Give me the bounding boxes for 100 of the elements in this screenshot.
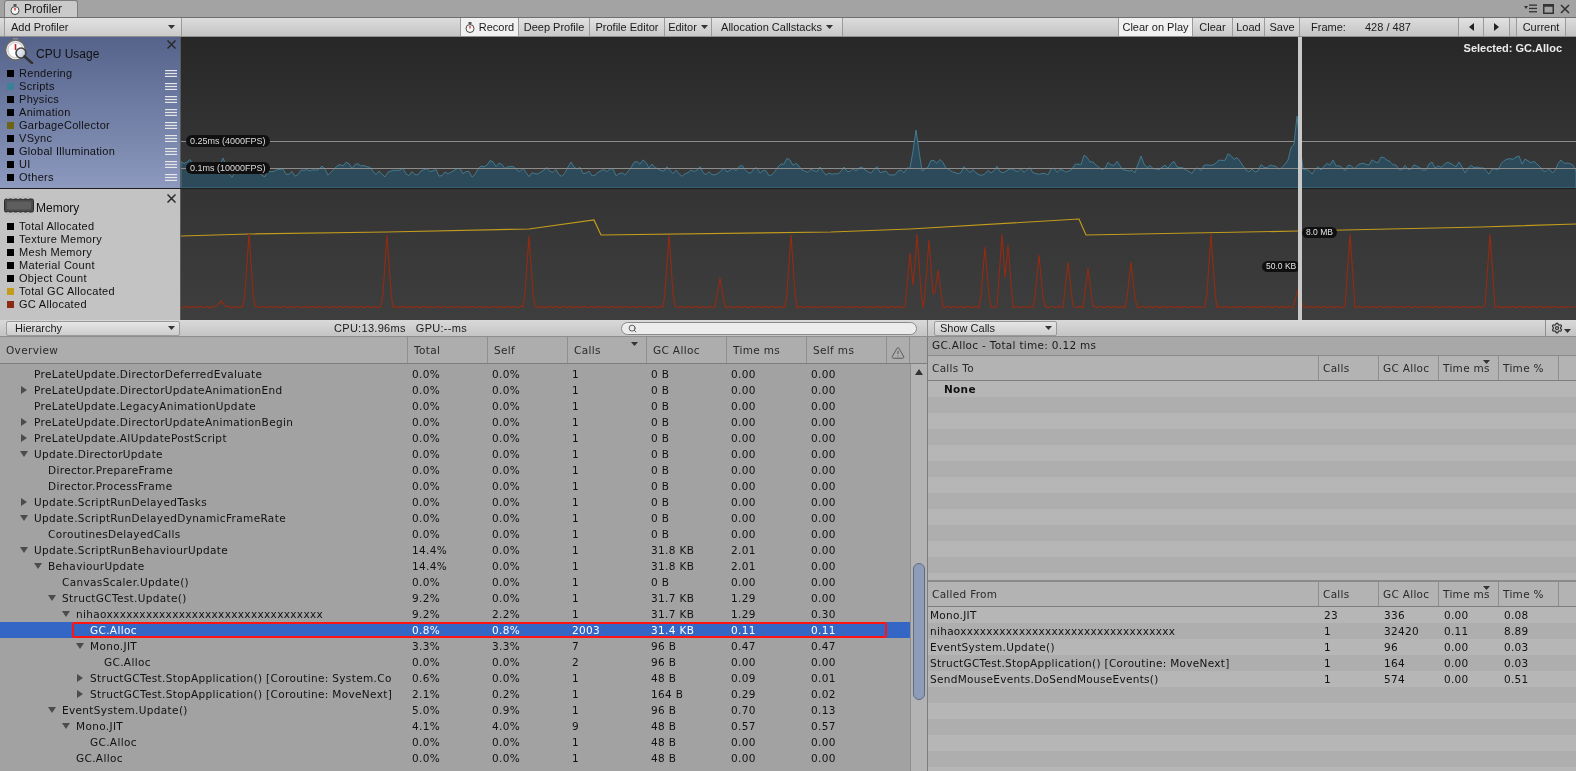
drag-handle-icon[interactable]	[165, 70, 177, 77]
column-header[interactable]: GC Alloc	[646, 337, 726, 363]
column-header[interactable]: Calls	[1318, 356, 1378, 380]
drag-handle-icon[interactable]	[165, 122, 177, 129]
series-label[interactable]: Others	[19, 171, 54, 184]
drag-handle-icon[interactable]	[165, 174, 177, 181]
tree-row[interactable]: Update.DirectorUpdate 0.0% 0.0% 1 0 B 0.00 0.00	[0, 446, 910, 462]
tree-row[interactable]: CanvasScaler.Update() 0.0% 0.0% 1 0 B 0.00 0.00	[0, 574, 910, 590]
column-header[interactable]: Time %	[1498, 582, 1558, 606]
module-panel[interactable]: CPU Usage Rendering Scripts Physics Animation GarbageCollector VSync Global Illumination UI Others	[0, 37, 181, 188]
tree-row[interactable]: nihaoxxxxxxxxxxxxxxxxxxxxxxxxxxxxxxxxx 9.2% 2.2% 1 31.7 KB 1.29 0.30	[0, 606, 910, 622]
drag-handle-icon[interactable]	[165, 161, 177, 168]
caret-right-icon[interactable]	[76, 690, 84, 698]
caret-down-icon[interactable]	[48, 706, 56, 714]
series-label[interactable]: Rendering	[19, 67, 73, 80]
tree-row[interactable]: PreLateUpdate.DirectorUpdateAnimationBegin 0.0% 0.0% 1 0 B 0.00 0.00	[0, 414, 910, 430]
caret-down-icon[interactable]	[20, 514, 28, 522]
caret-down-icon[interactable]	[20, 546, 28, 554]
tree-row[interactable]: StructGCTest.StopApplication() [Coroutine: System.Co 0.6% 0.0% 1 48 B 0.09 0.01	[0, 670, 910, 686]
scroll-up-icon[interactable]	[915, 369, 923, 375]
series-label[interactable]: Physics	[19, 93, 59, 106]
close-icon[interactable]	[1560, 3, 1570, 14]
series-label[interactable]: Texture Memory	[19, 233, 103, 246]
close-icon[interactable]	[167, 194, 176, 203]
drag-handle-icon[interactable]	[165, 96, 177, 103]
drag-handle-icon[interactable]	[165, 135, 177, 142]
column-header[interactable]: Calls	[567, 337, 646, 363]
tree-row[interactable]: Mono.JIT 3.3% 3.3% 7 96 B 0.47 0.47	[0, 638, 910, 654]
column-header[interactable]: GC Alloc	[1378, 356, 1438, 380]
current-frame-button[interactable]: Current	[1516, 18, 1566, 36]
dropdown-button[interactable]: Editor	[665, 18, 712, 36]
toolbar-button[interactable]: Clear	[1193, 18, 1233, 36]
caret-down-icon[interactable]	[20, 450, 28, 458]
column-header[interactable]: Time %	[1498, 356, 1558, 380]
toggle-button[interactable]: Clear on Play	[1118, 18, 1193, 36]
column-header[interactable]: Self	[487, 337, 567, 363]
toggle-button[interactable]: Deep Profile	[519, 18, 590, 36]
series-label[interactable]: Scripts	[19, 80, 55, 93]
column-header[interactable]: Time ms	[1438, 356, 1498, 380]
column-header[interactable]: GC Alloc	[1378, 582, 1438, 606]
series-label[interactable]: Mesh Memory	[19, 246, 92, 259]
series-label[interactable]: Total Allocated	[19, 220, 95, 233]
tree-row[interactable]: PreLateUpdate.DirectorUpdateAnimationEnd 0.0% 0.0% 1 0 B 0.00 0.00	[0, 382, 910, 398]
tree-row[interactable]: Update.ScriptRunDelayedTasks 0.0% 0.0% 1 0 B 0.00 0.00	[0, 494, 910, 510]
caret-down-icon[interactable]	[62, 610, 70, 618]
maximize-icon[interactable]	[1543, 3, 1554, 14]
tree-row[interactable]: Director.PrepareFrame 0.0% 0.0% 1 0 B 0.00 0.00	[0, 462, 910, 478]
caret-down-icon[interactable]	[48, 594, 56, 602]
toggle-button[interactable]: Profile Editor	[590, 18, 665, 36]
series-label[interactable]: Global Illumination	[19, 145, 116, 158]
toolbar-button[interactable]: Load	[1233, 18, 1265, 36]
column-header[interactable]: Calls	[1318, 582, 1378, 606]
column-header[interactable]: Total	[407, 337, 487, 363]
caret-right-icon[interactable]	[76, 674, 84, 682]
drag-handle-icon[interactable]	[165, 109, 177, 116]
series-label[interactable]: GC Allocated	[19, 298, 87, 311]
column-header[interactable]: Called From	[928, 582, 1318, 606]
previous-frame-button[interactable]	[1458, 18, 1484, 36]
chart-panel[interactable]: 8.0 MB 50.0 KB	[181, 189, 1576, 320]
calls-view-dropdown[interactable]: Show Calls	[934, 320, 1057, 336]
caret-right-icon[interactable]	[20, 498, 28, 506]
tree-row[interactable]: Update.ScriptRunBehaviourUpdate 14.4% 0.0% 1 31.8 KB 2.01 0.00	[0, 542, 910, 558]
tree-row[interactable]: EventSystem.Update() 5.0% 0.9% 1 96 B 0.70 0.13	[0, 702, 910, 718]
tree-row[interactable]: StructGCTest.Update() 9.2% 0.0% 1 31.7 KB 1.29 0.00	[0, 590, 910, 606]
series-label[interactable]: Animation	[19, 106, 71, 119]
record-button[interactable]: Record	[460, 18, 519, 36]
tree-row[interactable]: GC.Alloc 0.0% 0.0% 2 96 B 0.00 0.00	[0, 654, 910, 670]
tree-row[interactable]: GC.Alloc 0.0% 0.0% 1 48 B 0.00 0.00	[0, 734, 910, 750]
column-header[interactable]: Overview	[0, 337, 407, 363]
tree-row[interactable]: Mono.JIT 4.1% 4.0% 9 48 B 0.57 0.57	[0, 718, 910, 734]
search-field[interactable]	[621, 321, 917, 335]
next-frame-button[interactable]	[1484, 18, 1510, 36]
caret-down-icon[interactable]	[62, 722, 70, 730]
caret-right-icon[interactable]	[20, 434, 28, 442]
tree-row[interactable]: StructGCTest.StopApplication() [Coroutine: MoveNext] 2.1% 0.2% 1 164 B 0.29 0.02	[0, 686, 910, 702]
drag-handle-icon[interactable]	[165, 148, 177, 155]
view-dropdown[interactable]: Hierarchy	[6, 320, 180, 336]
series-label[interactable]: UI	[19, 158, 31, 171]
column-header[interactable]: Time ms	[726, 337, 806, 363]
series-label[interactable]: Material Count	[19, 259, 95, 272]
tree-row[interactable]: GC.Alloc 0.0% 0.0% 1 48 B 0.00 0.00	[0, 750, 910, 766]
series-label[interactable]: Total GC Allocated	[19, 285, 115, 298]
tree-row[interactable]: PreLateUpdate.LegacyAnimationUpdate 0.0% 0.0% 1 0 B 0.00 0.00	[0, 398, 910, 414]
drag-handle-icon[interactable]	[165, 83, 177, 90]
tree-row[interactable]: Update.ScriptRunDelayedDynamicFrameRate 0.0% 0.0% 1 0 B 0.00 0.00	[0, 510, 910, 526]
dropdown-button[interactable]: Allocation Callstacks	[712, 18, 843, 36]
column-header[interactable]: Self ms	[806, 337, 886, 363]
tree-row[interactable]: PreLateUpdate.AIUpdatePostScript 0.0% 0.0% 1 0 B 0.00 0.00	[0, 430, 910, 446]
tree-row[interactable]: Director.ProcessFrame 0.0% 0.0% 1 0 B 0.00 0.00	[0, 478, 910, 494]
chart-panel[interactable]: 0.25ms (4000FPS) 0.1ms (10000FPS) Selected: GC.Alloc	[181, 37, 1576, 188]
toolbar-button[interactable]: Save	[1265, 18, 1300, 36]
tree-row[interactable]: PreLateUpdate.DirectorDeferredEvaluate 0.0% 0.0% 1 0 B 0.00 0.00	[0, 366, 910, 382]
series-label[interactable]: Object Count	[19, 272, 87, 285]
tree-row[interactable]: BehaviourUpdate 14.4% 0.0% 1 31.8 KB 2.01 0.00	[0, 558, 910, 574]
series-label[interactable]: VSync	[19, 132, 53, 145]
column-header[interactable]: Calls To	[928, 356, 1318, 380]
menu-icon[interactable]	[1524, 4, 1537, 13]
column-header[interactable]	[886, 337, 910, 363]
add-profiler-dropdown[interactable]: Add Profiler	[4, 18, 182, 36]
caret-right-icon[interactable]	[20, 386, 28, 394]
